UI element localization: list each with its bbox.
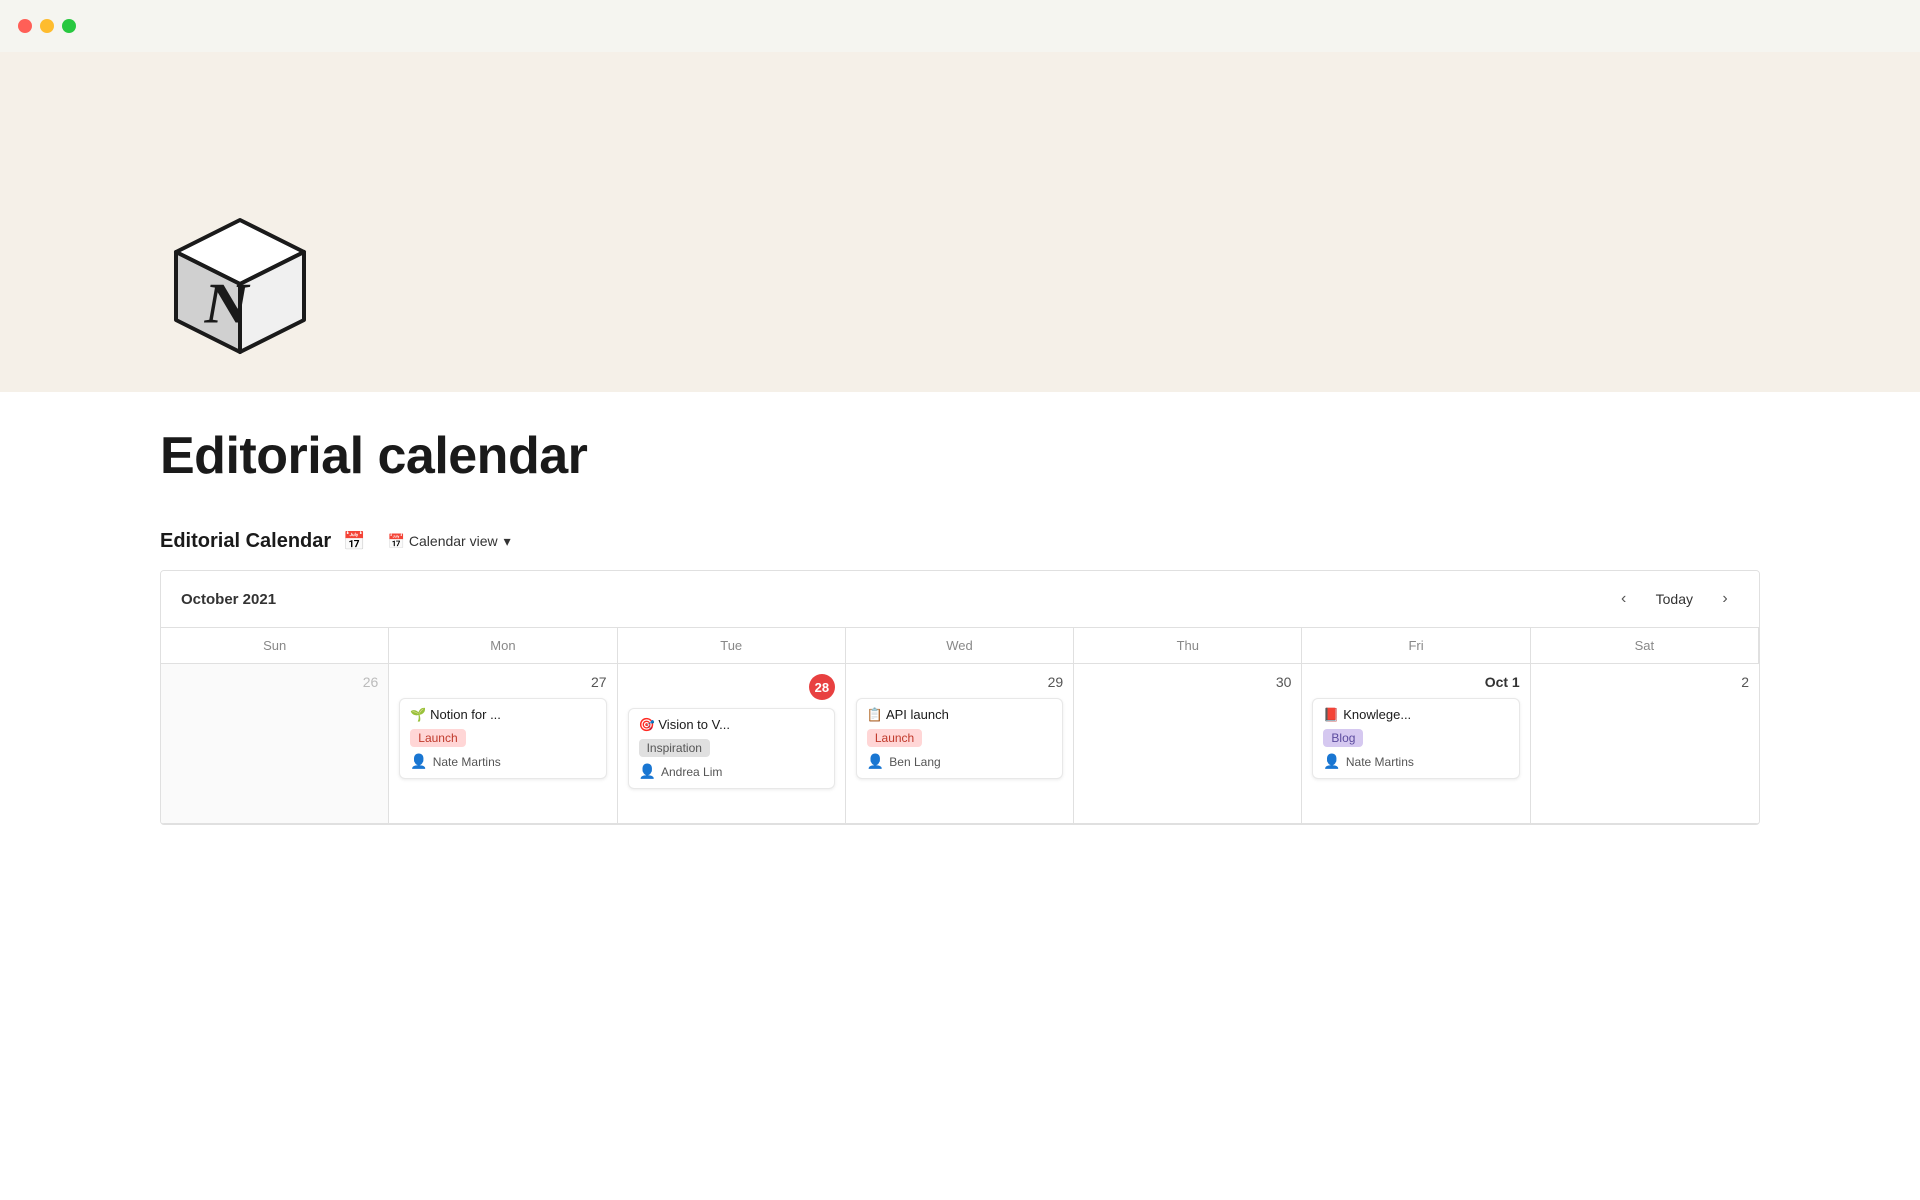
date-30: 30 [1084,674,1291,690]
event-icon-vision: 🎯 [639,717,659,732]
day-header-fri: Fri [1302,628,1530,664]
cal-cell-26: 26 [161,664,389,824]
close-button[interactable] [18,19,32,33]
month-label: October 2021 [181,591,276,608]
day-header-tue: Tue [618,628,846,664]
assignee-name-api: Ben Lang [889,755,940,769]
maximize-button[interactable] [62,19,76,33]
event-title-knowledge: 📕 Knowlege... [1323,707,1508,723]
calendar-nav: October 2021 ‹ Today › [161,571,1759,628]
today-button[interactable]: Today [1644,587,1705,611]
event-assignee-api: 👤 Ben Lang [867,753,1052,770]
view-selector-label: 📅 Calendar view [388,533,498,550]
event-card-notion[interactable]: 🌱 Notion for ... Launch 👤 Nate Martins [399,698,606,779]
date-2: 2 [1541,674,1749,690]
event-title-api: 📋 API launch [867,707,1052,723]
page-wrapper: N Editorial calendar Editorial Calendar … [0,0,1920,825]
cal-cell-30: 30 [1074,664,1302,824]
prev-month-button[interactable]: ‹ [1610,585,1638,613]
avatar-icon-vision: 👤 [639,763,656,780]
avatar-icon-api: 👤 [867,753,884,770]
notion-logo: N [160,212,320,372]
view-selector-button[interactable]: 📅 Calendar view ▾ [378,529,521,554]
calendar-db-icon: 📅 [343,531,365,552]
event-tag-vision: Inspiration [639,739,710,757]
event-title-vision: 🎯 Vision to V... [639,717,824,733]
cal-cell-27: 27 🌱 Notion for ... Launch 👤 Nate Martin… [389,664,617,824]
date-26: 26 [171,674,378,690]
cal-cell-oct1: Oct 1 📕 Knowlege... Blog 👤 Nate Martins [1302,664,1530,824]
day-header-sun: Sun [161,628,389,664]
db-header: Editorial Calendar 📅 📅 Calendar view ▾ [0,505,1920,554]
event-title-notion: 🌱 Notion for ... [410,707,595,723]
avatar-icon-knowledge: 👤 [1323,753,1340,770]
cal-cell-28: 28 🎯 Vision to V... Inspiration 👤 Andrea… [618,664,846,824]
day-header-sat: Sat [1531,628,1759,664]
db-title-row: Editorial Calendar 📅 📅 Calendar view ▾ [160,529,1760,554]
avatar-icon-notion: 👤 [410,753,427,770]
event-icon-notion: 🌱 [410,707,430,722]
date-29: 29 [856,674,1063,690]
event-card-vision[interactable]: 🎯 Vision to V... Inspiration 👤 Andrea Li… [628,708,835,789]
event-tag-api: Launch [867,729,922,747]
day-header-mon: Mon [389,628,617,664]
page-title: Editorial calendar [160,428,1760,485]
event-icon-knowledge: 📕 [1323,707,1343,722]
traffic-lights [0,0,1920,52]
event-card-knowledge[interactable]: 📕 Knowlege... Blog 👤 Nate Martins [1312,698,1519,779]
nav-controls: ‹ Today › [1610,585,1739,613]
cover-area: N [0,52,1920,392]
db-title: Editorial Calendar [160,530,331,553]
chevron-down-icon: ▾ [504,533,511,550]
event-tag-knowledge: Blog [1323,729,1363,747]
today-badge: 28 [809,674,835,700]
assignee-name-notion: Nate Martins [433,755,501,769]
cal-cell-2: 2 [1531,664,1759,824]
date-28: 28 [628,674,835,700]
calendar-grid: Sun Mon Tue Wed Thu Fri Sat 26 27 🌱 Noti… [161,628,1759,824]
event-assignee-vision: 👤 Andrea Lim [639,763,824,780]
day-header-thu: Thu [1074,628,1302,664]
assignee-name-knowledge: Nate Martins [1346,755,1414,769]
page-title-area: Editorial calendar [0,392,1920,505]
minimize-button[interactable] [40,19,54,33]
assignee-name-vision: Andrea Lim [661,765,722,779]
day-header-wed: Wed [846,628,1074,664]
cal-cell-29: 29 📋 API launch Launch 👤 Ben Lang [846,664,1074,824]
event-assignee-notion: 👤 Nate Martins [410,753,595,770]
calendar-container: October 2021 ‹ Today › Sun Mon Tue Wed T… [160,570,1760,825]
event-assignee-knowledge: 👤 Nate Martins [1323,753,1508,770]
event-card-api[interactable]: 📋 API launch Launch 👤 Ben Lang [856,698,1063,779]
date-27: 27 [399,674,606,690]
event-tag-notion: Launch [410,729,465,747]
next-month-button[interactable]: › [1711,585,1739,613]
event-icon-api: 📋 [867,707,886,722]
date-oct1: Oct 1 [1312,674,1519,690]
